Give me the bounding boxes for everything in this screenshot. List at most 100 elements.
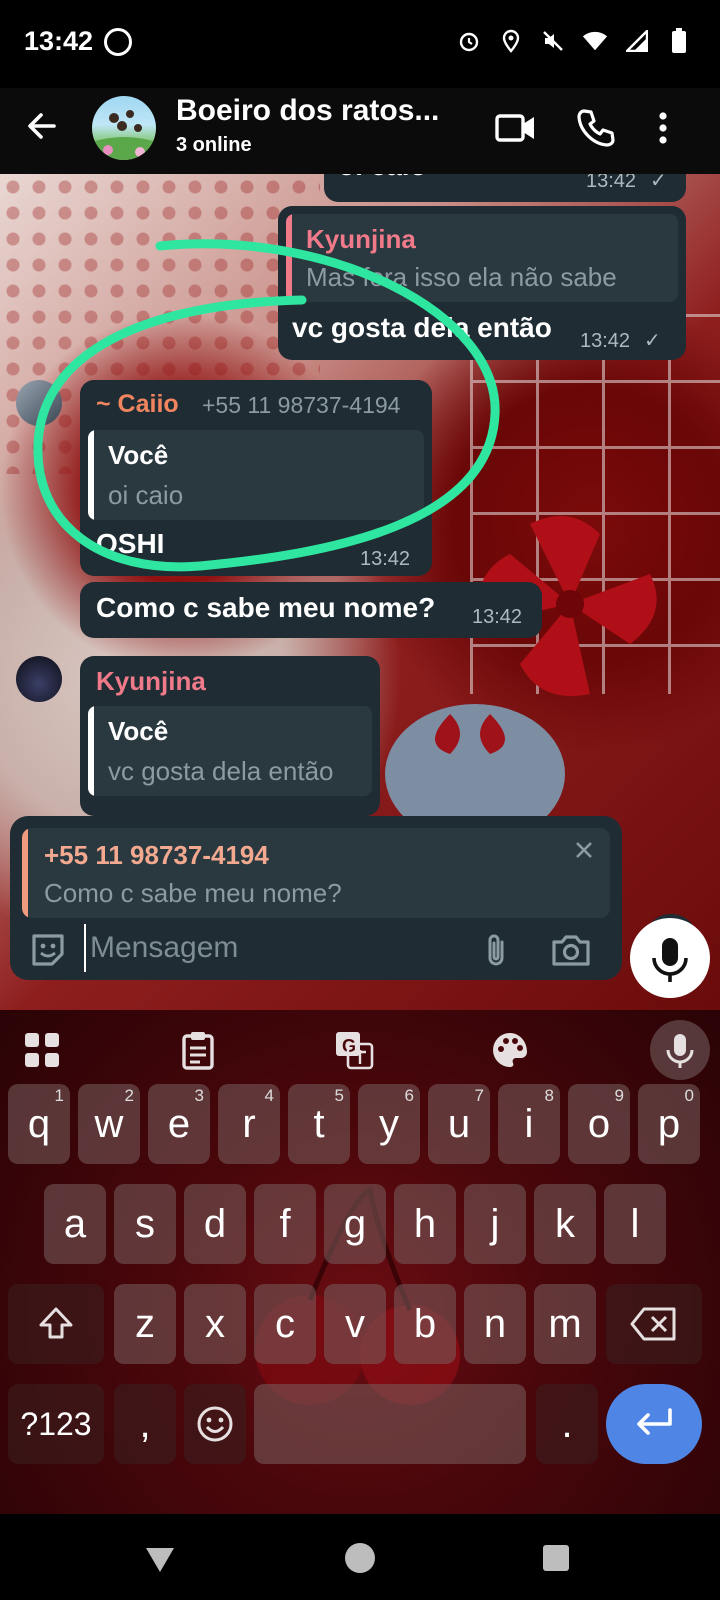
shift-icon <box>39 1307 73 1339</box>
translate-icon[interactable]: G <box>334 1030 374 1070</box>
key-b[interactable]: b <box>394 1284 456 1364</box>
message-text: oi caio <box>338 174 427 182</box>
backspace-icon <box>630 1307 676 1341</box>
key-x[interactable]: x <box>184 1284 246 1364</box>
record-voice-button[interactable] <box>630 918 710 998</box>
message-input[interactable] <box>84 924 464 972</box>
message-bubble-incoming[interactable]: Como c sabe meu nome? 13:42 <box>80 582 542 638</box>
quote-accent-bar <box>88 706 94 796</box>
emoji-key[interactable] <box>184 1384 246 1464</box>
key-z[interactable]: z <box>114 1284 176 1364</box>
key-hint: 9 <box>614 1086 624 1105</box>
key-g[interactable]: g <box>324 1184 386 1264</box>
group-online-status: 3 online <box>176 134 252 156</box>
microphone-icon <box>652 938 688 982</box>
key-hint: 6 <box>404 1086 414 1105</box>
key-c[interactable]: c <box>254 1284 316 1364</box>
message-bubble-outgoing[interactable]: oi caio 13:42 ✓ <box>324 174 686 202</box>
symbols-key[interactable]: ?123 <box>8 1384 104 1464</box>
sender-name[interactable]: Kyunjina <box>96 666 206 697</box>
key-hint: 2 <box>124 1086 134 1105</box>
key-l[interactable]: l <box>604 1184 666 1264</box>
key-hint: 0 <box>684 1086 694 1105</box>
key-a[interactable]: a <box>44 1184 106 1264</box>
message-time: 13:42 <box>472 606 523 628</box>
sent-tick-icon: ✓ <box>650 174 667 192</box>
wifi-icon <box>582 28 608 54</box>
nav-recents-icon[interactable] <box>536 1538 576 1578</box>
key-hint: 4 <box>264 1086 274 1105</box>
message-time: 13:42 <box>586 174 637 192</box>
status-bar: 13:42 <box>0 0 720 88</box>
period-key[interactable]: . <box>536 1384 598 1464</box>
key-y[interactable]: y6 <box>358 1084 420 1164</box>
annotation-circle <box>33 239 500 572</box>
reply-sender: +55 11 98737-4194 <box>44 840 269 870</box>
enter-key[interactable] <box>606 1384 702 1464</box>
space-key[interactable] <box>254 1384 526 1464</box>
key-q[interactable]: q1 <box>8 1084 70 1164</box>
close-reply-icon[interactable] <box>570 836 598 864</box>
backspace-key[interactable] <box>606 1284 702 1364</box>
message-bubble-incoming[interactable]: Kyunjina Você vc gosta dela então <box>80 656 380 816</box>
comma-key[interactable]: , <box>114 1384 176 1464</box>
phone-icon[interactable] <box>574 106 618 150</box>
quoted-message[interactable]: Você vc gosta dela então <box>88 706 372 796</box>
key-label: i <box>524 1101 534 1146</box>
nav-home-icon[interactable] <box>340 1538 380 1578</box>
more-vert-icon[interactable] <box>648 106 678 150</box>
location-icon <box>498 28 524 54</box>
apps-grid-icon[interactable] <box>22 1030 62 1070</box>
message-composer: +55 11 98737-4194 Como c sabe meu nome? <box>10 816 622 980</box>
key-n[interactable]: n <box>464 1284 526 1364</box>
key-label: p <box>657 1101 681 1146</box>
voice-typing-mic-icon[interactable] <box>650 1020 710 1080</box>
camera-icon[interactable] <box>550 930 592 970</box>
key-w[interactable]: w2 <box>78 1084 140 1164</box>
quote-sender: Você <box>108 716 169 746</box>
emoji-icon <box>197 1406 233 1442</box>
reply-preview[interactable]: +55 11 98737-4194 Como c sabe meu nome? <box>22 828 610 918</box>
palette-icon[interactable] <box>490 1030 530 1070</box>
key-v[interactable]: v <box>324 1284 386 1364</box>
key-label: e <box>167 1101 191 1146</box>
key-hint: 3 <box>194 1086 204 1105</box>
mute-icon <box>540 28 566 54</box>
group-avatar[interactable] <box>92 96 156 160</box>
key-h[interactable]: h <box>394 1184 456 1264</box>
status-time: 13:42 <box>24 26 94 56</box>
alarm-icon <box>456 28 482 54</box>
key-u[interactable]: u7 <box>428 1084 490 1164</box>
chat-header: Boeiro dos ratos... 3 online <box>0 88 720 174</box>
key-k[interactable]: k <box>534 1184 596 1264</box>
key-i[interactable]: i8 <box>498 1084 560 1164</box>
nav-back-icon[interactable] <box>140 1538 180 1578</box>
back-arrow-icon[interactable] <box>22 106 62 146</box>
key-f[interactable]: f <box>254 1184 316 1264</box>
clipboard-icon[interactable] <box>178 1030 218 1070</box>
key-label: q <box>27 1101 51 1146</box>
message-text: Como c sabe meu nome? <box>96 592 436 623</box>
key-r[interactable]: r4 <box>218 1084 280 1164</box>
key-m[interactable]: m <box>534 1284 596 1364</box>
key-label: u <box>447 1101 471 1146</box>
quote-text: vc gosta dela então <box>108 756 334 786</box>
group-name[interactable]: Boeiro dos ratos... <box>176 94 439 128</box>
video-call-icon[interactable] <box>494 106 538 150</box>
shift-key[interactable] <box>8 1284 104 1364</box>
key-label: r <box>242 1101 256 1146</box>
key-t[interactable]: t5 <box>288 1084 350 1164</box>
key-o[interactable]: o9 <box>568 1084 630 1164</box>
enter-icon <box>637 1408 672 1435</box>
key-e[interactable]: e3 <box>148 1084 210 1164</box>
key-j[interactable]: j <box>464 1184 526 1264</box>
sender-avatar[interactable] <box>16 656 62 702</box>
system-navigation-bar <box>0 1514 720 1600</box>
sticker-icon[interactable] <box>28 930 68 970</box>
key-p[interactable]: p0 <box>638 1084 700 1164</box>
key-d[interactable]: d <box>184 1184 246 1264</box>
key-hint: 1 <box>54 1086 64 1105</box>
key-hint: 8 <box>544 1086 554 1105</box>
key-s[interactable]: s <box>114 1184 176 1264</box>
attach-icon[interactable] <box>476 930 516 970</box>
